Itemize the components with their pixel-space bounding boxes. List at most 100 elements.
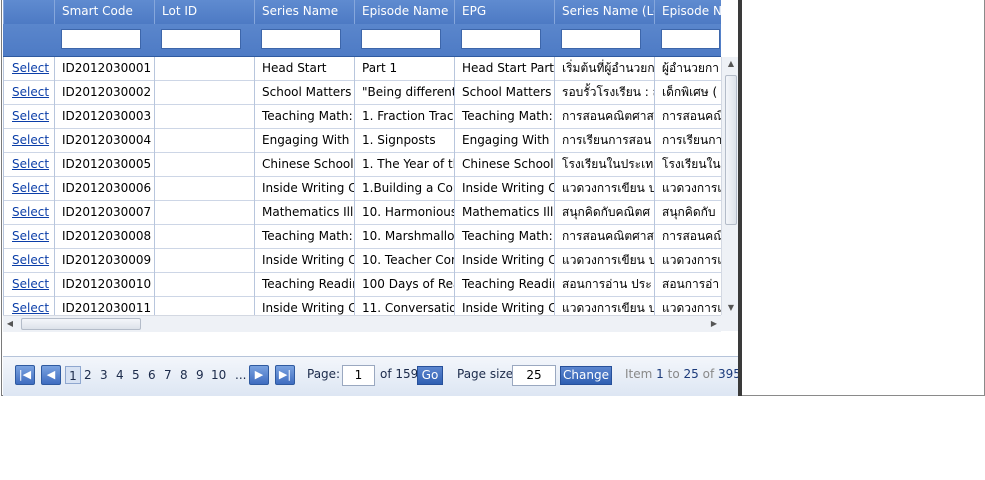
page-label: Page: bbox=[307, 367, 341, 381]
table-cell-epg-column: Teaching Reading bbox=[454, 273, 554, 297]
page-link-8[interactable]: 8 bbox=[180, 366, 188, 384]
table-cell-series-name-local-column: แวดวงการเขียน ป bbox=[554, 177, 654, 201]
table-cell-smart-code-column: ID2012030009 bbox=[54, 249, 154, 273]
vertical-scroll-thumb[interactable] bbox=[725, 75, 737, 225]
table-row: SelectID2012030008 Teaching Math: A10. Ma… bbox=[3, 225, 721, 249]
header-episode-name-local-column[interactable]: Episode Na bbox=[654, 0, 721, 24]
filter-input-episode-name-column[interactable] bbox=[361, 29, 441, 49]
scroll-right-icon[interactable]: ▶ bbox=[707, 316, 721, 332]
filter-input-smart-code-column[interactable] bbox=[61, 29, 141, 49]
table-cell-lot-id-column bbox=[154, 249, 254, 273]
info-to: 25 bbox=[683, 367, 699, 381]
select-link[interactable]: Select bbox=[3, 177, 54, 201]
table-cell-series-name-column: Engaging With Li bbox=[254, 129, 354, 153]
header-episode-name-column[interactable]: Episode Name bbox=[354, 0, 454, 24]
page-link-1[interactable]: 1 bbox=[65, 366, 81, 384]
horizontal-scroll-thumb[interactable] bbox=[21, 318, 141, 330]
first-page-icon[interactable]: |◀ bbox=[15, 365, 35, 385]
filter-input-epg-column[interactable] bbox=[461, 29, 541, 49]
select-link[interactable]: Select bbox=[3, 129, 54, 153]
page-link-10[interactable]: 10 bbox=[211, 366, 226, 384]
header-epg-column[interactable]: EPG bbox=[454, 0, 554, 24]
page-link-3[interactable]: 3 bbox=[100, 366, 108, 384]
table-cell-epg-column: Chinese School 1 bbox=[454, 153, 554, 177]
table-cell-series-name-local-column: รอบรั้วโรงเรียน : ส bbox=[554, 81, 654, 105]
table-cell-smart-code-column: ID2012030008 bbox=[54, 225, 154, 249]
table-cell-lot-id-column bbox=[154, 81, 254, 105]
horizontal-scrollbar[interactable]: ◀ ▶ bbox=[3, 315, 721, 332]
page-size-input[interactable]: 25 bbox=[512, 365, 556, 386]
info-to-word: to bbox=[667, 367, 680, 381]
table-row: Select ID2012030009 Inside Writing Co 10. T… bbox=[3, 249, 721, 273]
item-range-info: Item 1 to 25 of 3956 bbox=[625, 367, 749, 381]
episode-grid: Smart Code Lot ID Series Name Episode Name E… bbox=[1, 0, 749, 396]
select-link[interactable]: Select bbox=[3, 201, 54, 225]
page-link-7[interactable]: 7 bbox=[164, 366, 172, 384]
filter-row bbox=[3, 24, 721, 57]
table-cell-epg-column: Mathematics Illur bbox=[454, 201, 554, 225]
page-link-4[interactable]: 4 bbox=[116, 366, 124, 384]
table-cell-lot-id-column bbox=[154, 153, 254, 177]
table-cell-episode-name-column: 10. Teacher Confe bbox=[354, 249, 454, 273]
table-cell-lot-id-column bbox=[154, 177, 254, 201]
page-link-2[interactable]: 2 bbox=[84, 366, 92, 384]
table-cell-lot-id-column bbox=[154, 57, 254, 81]
table-cell-lot-id-column bbox=[154, 297, 254, 315]
table-cell-episode-name-column: 11. Conversations bbox=[354, 297, 454, 315]
table-cell-smart-code-column: ID2012030010 bbox=[54, 273, 154, 297]
table-cell-episode-name-local-column: แวดวงการเ bbox=[654, 177, 721, 201]
table-cell-episode-name-local-column: การเรียนกา bbox=[654, 129, 721, 153]
scroll-left-icon[interactable]: ◀ bbox=[3, 316, 17, 332]
select-link[interactable]: Select bbox=[3, 225, 54, 249]
table-cell-epg-column: Inside Writing Co bbox=[454, 249, 554, 273]
change-button[interactable]: Change bbox=[560, 366, 612, 385]
select-link[interactable]: Select bbox=[3, 153, 54, 177]
next-page-icon[interactable]: ▶ bbox=[249, 365, 269, 385]
page-link-9[interactable]: 9 bbox=[196, 366, 204, 384]
last-page-icon[interactable]: ▶| bbox=[275, 365, 295, 385]
table-cell-epg-column: Engaging With Li bbox=[454, 129, 554, 153]
table-cell-lot-id-column bbox=[154, 105, 254, 129]
table-cell-episode-name-column: 1. Fraction Tracks bbox=[354, 105, 454, 129]
table-cell-series-name-local-column: การสอนคณิตศาส bbox=[554, 225, 654, 249]
filter-input-lot-id-column[interactable] bbox=[161, 29, 241, 49]
header-series-name-local-column[interactable]: Series Name (Loc bbox=[554, 0, 654, 24]
table-cell-series-name-local-column: การเรียนการสอน bbox=[554, 129, 654, 153]
table-row: Select ID2012030002 School Matters "Being d… bbox=[3, 81, 721, 105]
prev-page-icon[interactable]: ◀ bbox=[41, 365, 61, 385]
page-link-5[interactable]: 5 bbox=[132, 366, 140, 384]
app-frame: Smart Code Lot ID Series Name Episode Name E… bbox=[0, 0, 985, 396]
select-link[interactable]: Select bbox=[3, 297, 54, 315]
table-cell-series-name-local-column: สนุกคิดกับคณิตศ bbox=[554, 201, 654, 225]
table-cell-epg-column: School Matters "E bbox=[454, 81, 554, 105]
select-link[interactable]: Select bbox=[3, 81, 54, 105]
table-cell-series-name-local-column: สอนการอ่าน ประ bbox=[554, 273, 654, 297]
scrollbar-corner bbox=[721, 315, 739, 331]
table-cell-epg-column: Inside Writing Co bbox=[454, 177, 554, 201]
table-cell-episode-name-column: 100 Days of Readi bbox=[354, 273, 454, 297]
select-link[interactable]: Select bbox=[3, 249, 54, 273]
table-cell-smart-code-column: ID2012030007 bbox=[54, 201, 154, 225]
select-link[interactable]: Select bbox=[3, 57, 54, 81]
page-number-input[interactable]: 1 bbox=[342, 365, 375, 386]
table-cell-series-name-local-column: การสอนคณิตศาส bbox=[554, 105, 654, 129]
table-cell-series-name-column: Teaching Math: A bbox=[254, 105, 354, 129]
table-cell-smart-code-column: ID2012030006 bbox=[54, 177, 154, 201]
select-link[interactable]: Select bbox=[3, 105, 54, 129]
page-more-link[interactable]: ... bbox=[235, 366, 246, 384]
header-series-name-column[interactable]: Series Name bbox=[254, 0, 354, 24]
table-row: Select ID2012030005 Chinese School 1. The Y… bbox=[3, 153, 721, 177]
table-cell-episode-name-local-column: โรงเรียนใน bbox=[654, 153, 721, 177]
header-smart-code-column[interactable]: Smart Code bbox=[54, 0, 154, 24]
filter-input-series-name-column[interactable] bbox=[261, 29, 341, 49]
info-item-word: Item bbox=[625, 367, 653, 381]
table-cell-lot-id-column bbox=[154, 225, 254, 249]
go-button[interactable]: Go bbox=[417, 366, 443, 385]
header-lot-id-column[interactable]: Lot ID bbox=[154, 0, 254, 24]
table-cell-lot-id-column bbox=[154, 129, 254, 153]
table-cell-series-name-local-column: แวดวงการเขียน ป bbox=[554, 249, 654, 273]
filter-input-series-name-local-column[interactable] bbox=[561, 29, 641, 49]
page-link-6[interactable]: 6 bbox=[148, 366, 156, 384]
select-link[interactable]: Select bbox=[3, 273, 54, 297]
filter-input-episode-name-local-column[interactable] bbox=[661, 29, 720, 49]
